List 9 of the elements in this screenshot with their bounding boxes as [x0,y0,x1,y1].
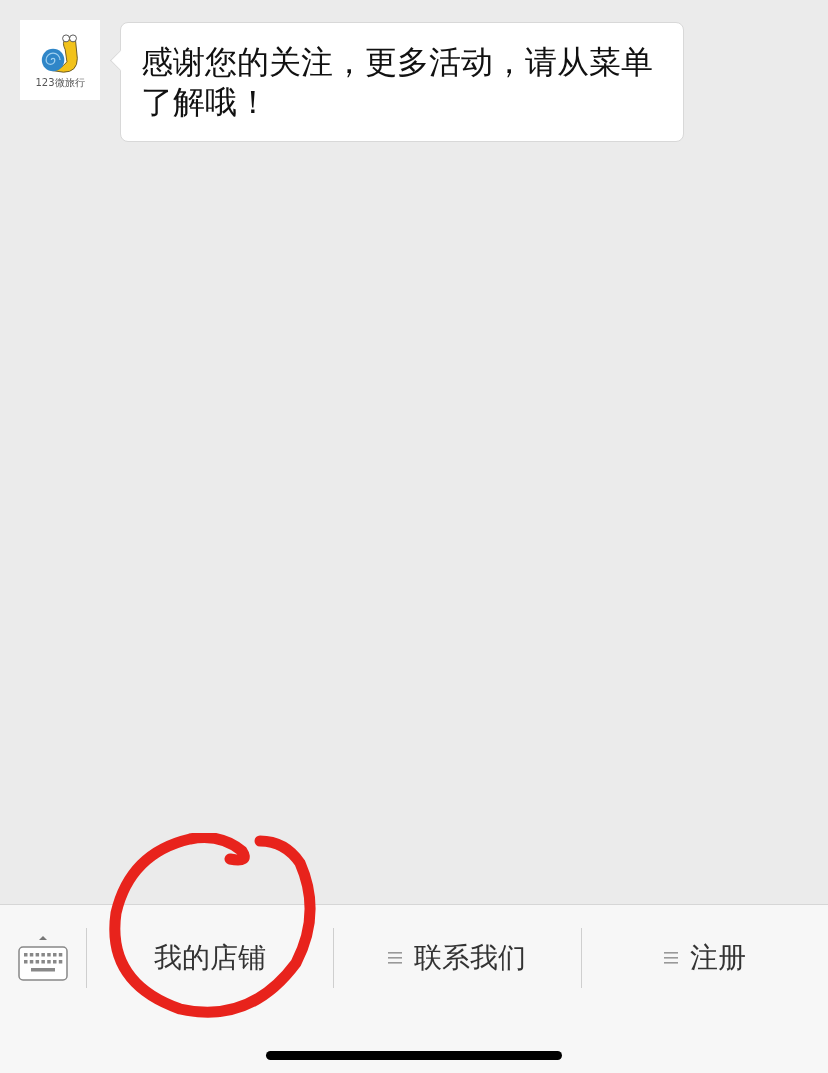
avatar-caption: 123微旅行 [35,78,85,88]
avatar[interactable]: 123微旅行 [20,20,100,100]
menu-item[interactable]: 注册 [581,928,828,988]
menu-icon [663,952,678,964]
message-text: 感谢您的关注，更多活动，请从菜单了解哦！ [141,42,654,122]
menu-item[interactable]: 我的店铺 [87,928,334,988]
menu-icon [388,952,403,964]
menu-item[interactable]: 联系我们 [334,928,581,988]
keyboard-icon[interactable] [18,935,68,981]
